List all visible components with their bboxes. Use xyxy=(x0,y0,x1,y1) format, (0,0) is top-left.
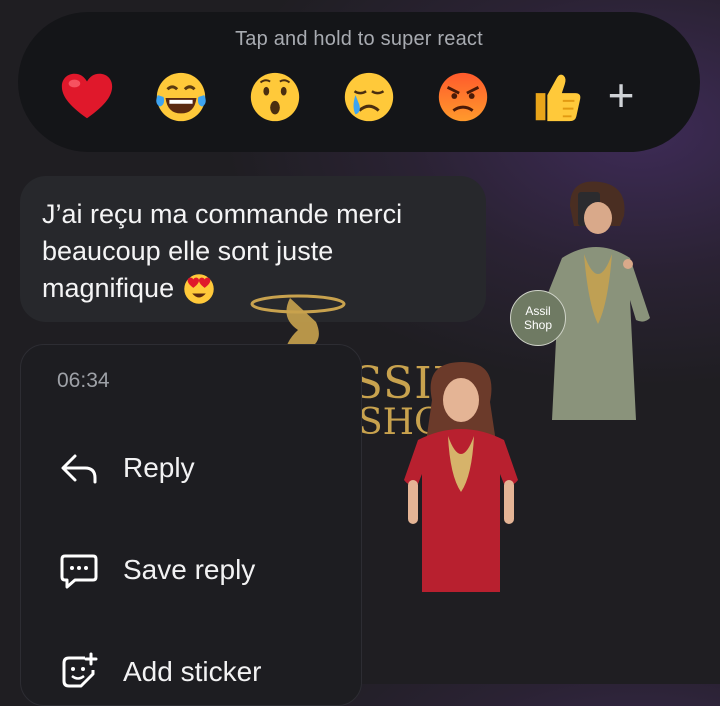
menu-item-label: Save reply xyxy=(123,554,256,585)
menu-item-label: Reply xyxy=(123,452,195,483)
add-sticker-icon xyxy=(57,650,101,694)
message-line-3: magnifique xyxy=(42,273,175,303)
shop-badge: Assil Shop xyxy=(510,290,566,346)
context-menu: 06:34 Reply Save reply Add sticker xyxy=(20,344,362,706)
reply-arrow-icon xyxy=(57,446,101,490)
heart-eyes-icon xyxy=(182,272,216,306)
menu-item-save-reply[interactable]: Save reply xyxy=(57,543,357,597)
save-reply-icon xyxy=(57,548,101,592)
badge-line-2: Shop xyxy=(523,318,553,332)
menu-item-label: Add sticker xyxy=(123,656,262,687)
heart-icon[interactable] xyxy=(56,66,118,128)
emoji-row: + xyxy=(56,66,676,136)
surprised-icon[interactable] xyxy=(244,66,306,128)
menu-item-reply[interactable]: Reply xyxy=(57,441,357,495)
message-time: 06:34 xyxy=(57,369,110,392)
menu-item-add-sticker[interactable]: Add sticker xyxy=(57,645,357,699)
badge-line-1: Assil xyxy=(525,304,551,318)
angry-icon[interactable] xyxy=(432,66,494,128)
crying-icon[interactable] xyxy=(338,66,400,128)
message-line-2: beaucoup elle sont juste xyxy=(42,236,334,266)
product-image-red-dress xyxy=(396,360,526,592)
add-reaction-button[interactable]: + xyxy=(596,72,646,122)
thumbs-up-icon[interactable] xyxy=(526,66,588,128)
reaction-bar: Tap and hold to super react + xyxy=(18,12,700,152)
message-line-1: J’ai reçu ma commande merci xyxy=(42,199,403,229)
reaction-hint: Tap and hold to super react xyxy=(235,28,483,50)
laughing-tears-icon[interactable] xyxy=(150,66,212,128)
